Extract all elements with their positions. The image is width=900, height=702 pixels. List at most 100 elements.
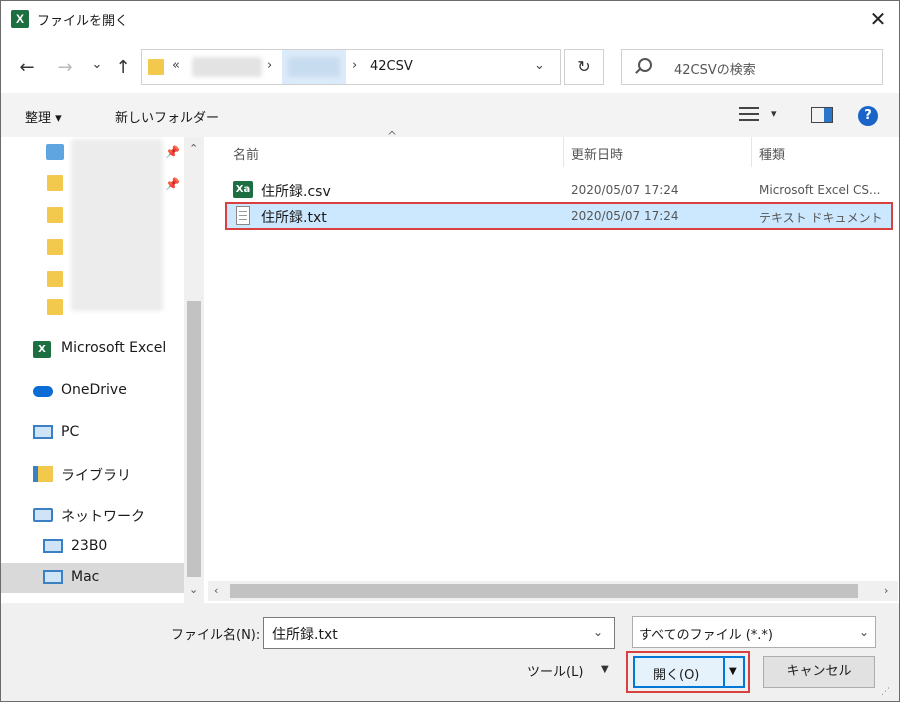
excel-csv-icon: Xa: [233, 181, 253, 198]
navigation-scrollbar[interactable]: ⌄ ⌄: [184, 137, 204, 603]
chevron-down-icon: ⌄: [859, 625, 870, 639]
sidebar-item-microsoft-excel[interactable]: X Microsoft Excel: [1, 335, 184, 365]
file-date: 2020/05/07 17:24: [571, 183, 679, 197]
breadcrumb-item[interactable]: [192, 57, 262, 77]
breadcrumb-current[interactable]: 42CSV: [370, 59, 413, 74]
onedrive-icon: [33, 386, 53, 397]
library-icon: [33, 466, 53, 482]
sidebar-item-onedrive[interactable]: OneDrive: [1, 377, 184, 407]
pc-icon: [33, 425, 53, 439]
sidebar-item-label: Mac: [71, 569, 100, 585]
command-bar: 整理 ▾ 新しいフォルダー ▾ ?: [1, 93, 899, 137]
up-button[interactable]: ↑: [111, 56, 135, 80]
sidebar-item-label: ライブラリ: [61, 468, 131, 484]
back-button[interactable]: ←: [15, 56, 39, 80]
column-header-date[interactable]: 更新日時: [571, 144, 623, 163]
file-list-scrollbar[interactable]: ‹ ›: [208, 581, 898, 601]
folder-icon: [47, 207, 63, 223]
filename-label: ファイル名(N):: [171, 628, 261, 643]
scroll-up-icon[interactable]: ⌄: [189, 141, 198, 154]
folder-icon: [148, 59, 164, 75]
open-button[interactable]: 開く(O) ▼: [633, 656, 745, 688]
file-type: テキスト ドキュメント: [759, 211, 883, 225]
network-icon: [33, 508, 53, 522]
cancel-button[interactable]: キャンセル: [763, 656, 875, 688]
file-row-selected[interactable]: 住所録.txt 2020/05/07 17:24 テキスト ドキュメント: [225, 202, 893, 230]
computer-icon: [43, 539, 63, 553]
column-divider[interactable]: [751, 137, 752, 167]
open-file-dialog: X ファイルを開く ✕ ← → ⌄ ↑ « › › 42CSV ⌄ ↻ 42CS…: [0, 0, 900, 702]
folder-icon: [47, 299, 63, 315]
navigation-pane: 📌 📌 X Microsoft Excel OneDrive PC ライブラリ …: [1, 137, 206, 603]
quick-access-items[interactable]: [71, 139, 163, 311]
excel-app-icon: X: [11, 10, 29, 28]
file-type: Microsoft Excel CS...: [759, 183, 881, 197]
scroll-left-icon[interactable]: ‹: [214, 584, 218, 597]
computer-icon: [43, 570, 63, 584]
filetype-value: すべてのファイル (*.*): [639, 628, 773, 643]
scrollbar-thumb[interactable]: [187, 301, 201, 577]
close-button[interactable]: ✕: [863, 5, 893, 33]
folder-icon: [47, 239, 63, 255]
breadcrumb-overflow[interactable]: «: [172, 58, 180, 73]
file-date: 2020/05/07 17:24: [571, 209, 679, 223]
tools-button[interactable]: ツール(L): [527, 661, 583, 680]
sidebar-item-label: Microsoft Excel: [61, 340, 167, 356]
sidebar-item-mac[interactable]: Mac: [1, 563, 184, 593]
preview-pane-icon[interactable]: [811, 107, 833, 123]
address-dropdown-icon[interactable]: ⌄: [534, 58, 545, 73]
sidebar-item-pc[interactable]: PC: [1, 419, 184, 449]
file-row[interactable]: Xa 住所録.csv 2020/05/07 17:24 Microsoft Ex…: [227, 177, 895, 203]
sidebar-item-label: OneDrive: [61, 382, 127, 398]
pin-icon[interactable]: 📌: [165, 145, 180, 159]
filename-dropdown-icon[interactable]: ⌄: [593, 625, 603, 639]
text-file-icon: [236, 206, 250, 225]
sidebar-item-label: 23B0: [71, 538, 108, 554]
split-divider: [723, 658, 725, 686]
open-dropdown-icon[interactable]: ▼: [729, 666, 737, 677]
sidebar-item-23b0[interactable]: 23B0: [1, 533, 184, 561]
tools-dropdown-icon[interactable]: ▼: [601, 664, 609, 675]
breadcrumb-item-selected[interactable]: [282, 50, 346, 84]
help-icon[interactable]: ?: [858, 106, 878, 126]
breadcrumb-separator[interactable]: ›: [352, 58, 357, 73]
address-bar[interactable]: « › › 42CSV ⌄: [141, 49, 561, 85]
column-header-type[interactable]: 種類: [759, 144, 785, 163]
view-dropdown-icon[interactable]: ▾: [771, 107, 777, 120]
dialog-title: ファイルを開く: [37, 14, 129, 29]
breadcrumb-item-text: [288, 57, 340, 77]
excel-icon: X: [33, 341, 51, 358]
forward-button[interactable]: →: [53, 56, 77, 80]
view-options-icon[interactable]: [739, 106, 759, 122]
new-folder-button[interactable]: 新しいフォルダー: [115, 107, 219, 126]
breadcrumb-separator[interactable]: ›: [267, 58, 272, 73]
column-header-name[interactable]: 名前: [233, 144, 259, 163]
title-bar: X ファイルを開く ✕: [1, 1, 899, 37]
sidebar-item-label: ネットワーク: [61, 509, 145, 525]
folder-icon: [47, 175, 63, 191]
search-icon: [638, 58, 652, 72]
scrollbar-thumb[interactable]: [230, 584, 858, 598]
scroll-down-icon[interactable]: ⌄: [189, 583, 198, 596]
file-name: 住所録.txt: [261, 210, 327, 226]
recent-locations-button[interactable]: ⌄: [85, 53, 109, 77]
search-box[interactable]: 42CSVの検索: [621, 49, 883, 85]
sidebar-item-label: PC: [61, 424, 80, 440]
refresh-button[interactable]: ↻: [564, 49, 604, 85]
sidebar-item-library[interactable]: ライブラリ: [1, 460, 184, 490]
dialog-footer: ファイル名(N): 住所録.txt ⌄ すべてのファイル (*.*) ⌄ ツール…: [1, 603, 899, 701]
resize-grip-icon[interactable]: ⋰: [881, 687, 890, 697]
file-name: 住所録.csv: [261, 184, 331, 200]
sort-indicator-icon: ^: [387, 129, 398, 143]
sidebar-item-network[interactable]: ネットワーク: [1, 501, 184, 531]
folder-icon: [47, 271, 63, 287]
filetype-select[interactable]: すべてのファイル (*.*) ⌄: [632, 616, 876, 648]
organize-button[interactable]: 整理 ▾: [25, 107, 62, 126]
scroll-right-icon[interactable]: ›: [884, 584, 888, 597]
search-placeholder: 42CSVの検索: [674, 63, 756, 78]
pin-icon[interactable]: 📌: [165, 177, 180, 191]
filename-input[interactable]: 住所録.txt: [263, 617, 615, 649]
open-button-label: 開く(O): [653, 668, 700, 683]
quick-access-icon[interactable]: [46, 144, 64, 160]
column-divider[interactable]: [563, 137, 564, 167]
